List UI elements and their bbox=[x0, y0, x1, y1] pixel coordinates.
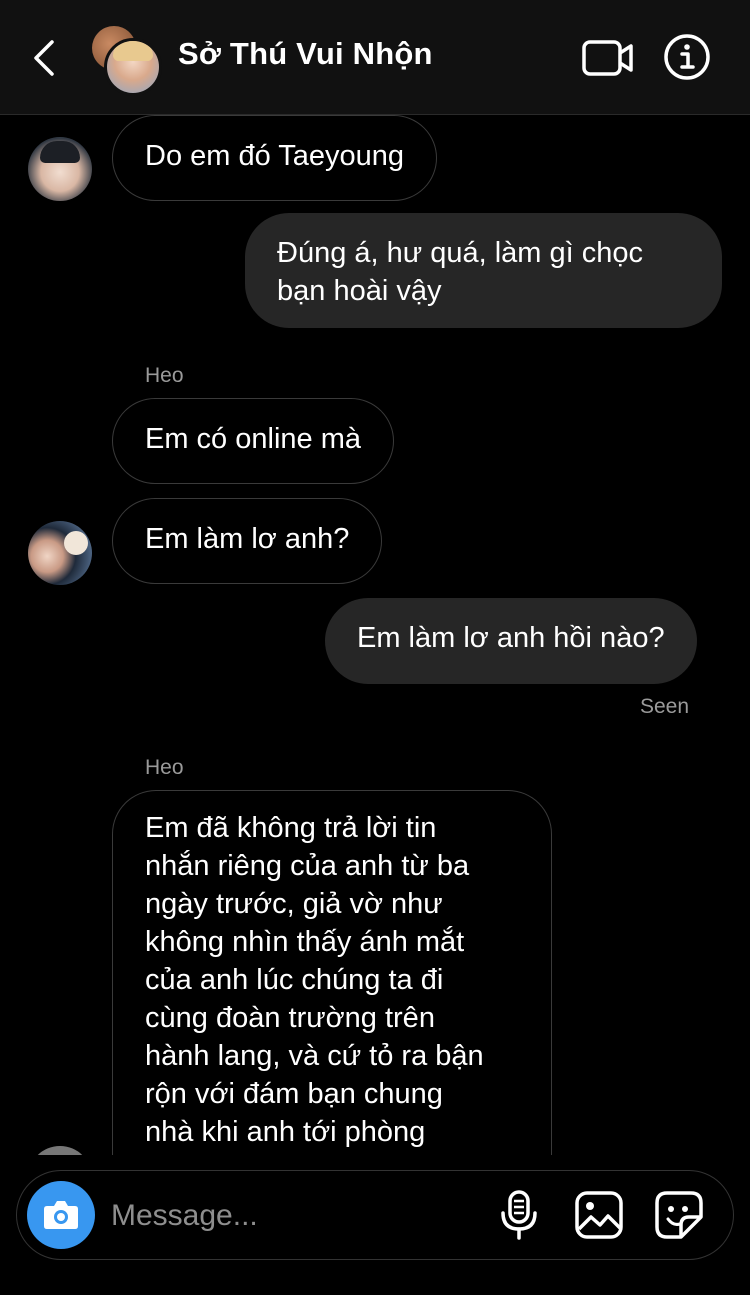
sticker-button[interactable] bbox=[653, 1189, 705, 1241]
message-input[interactable] bbox=[109, 1191, 483, 1241]
camera-button[interactable] bbox=[27, 1181, 95, 1249]
seen-indicator: Seen bbox=[639, 695, 689, 718]
message-line: hành lang, và cứ tỏ ra bận bbox=[145, 1040, 484, 1072]
voice-message-button[interactable] bbox=[497, 1189, 541, 1241]
message-text: Em làm lơ anh? bbox=[145, 523, 350, 555]
message-line: Em đã không trả lời tin bbox=[145, 812, 437, 844]
gallery-icon bbox=[575, 1191, 623, 1239]
sender-name: Heo bbox=[145, 364, 184, 387]
message-bubble-outgoing[interactable]: Đúng á, hư quá, làm gì chọc bạn hoài vậy bbox=[245, 213, 722, 328]
info-button[interactable] bbox=[662, 32, 712, 82]
message-text: Do em đó Taeyoung bbox=[145, 140, 405, 172]
message-bubble-outgoing[interactable]: Em làm lơ anh hồi nào? bbox=[325, 598, 697, 684]
camera-icon bbox=[44, 1201, 78, 1229]
message-line: Đúng á, hư quá, làm gì chọc bbox=[277, 237, 644, 269]
video-camera-icon bbox=[582, 40, 633, 76]
back-button[interactable] bbox=[26, 36, 66, 80]
sender-avatar[interactable] bbox=[28, 521, 92, 585]
group-avatar[interactable] bbox=[90, 24, 162, 96]
message-line: không nhìn thấy ánh mắt bbox=[145, 926, 465, 958]
message-line: nhà khi anh tới phòng bbox=[145, 1116, 426, 1148]
message-line: bạn hoài vậy bbox=[277, 275, 442, 307]
message-bubble-incoming[interactable]: Do em đó Taeyoung bbox=[112, 115, 438, 201]
message-bubble-incoming[interactable]: Em có online mà bbox=[112, 398, 394, 484]
message-line: cùng đoàn trường trên bbox=[145, 1002, 435, 1034]
message-text: Em làm lơ anh hồi nào? bbox=[357, 622, 665, 654]
info-icon bbox=[664, 34, 710, 80]
gallery-button[interactable] bbox=[573, 1189, 625, 1241]
video-call-button[interactable] bbox=[580, 36, 636, 80]
sender-name: Heo bbox=[145, 756, 184, 779]
sender-avatar[interactable] bbox=[28, 137, 92, 201]
message-text: Em có online mà bbox=[145, 423, 361, 455]
microphone-icon bbox=[501, 1190, 537, 1240]
chat-header: Sở Thú Vui Nhộn bbox=[0, 0, 750, 115]
chat-title[interactable]: Sở Thú Vui Nhộn bbox=[178, 36, 433, 72]
message-bubble-incoming[interactable]: Em đã không trả lời tin nhắn riêng của a… bbox=[112, 790, 552, 1210]
chevron-left-icon bbox=[34, 40, 54, 76]
message-line: nhắn riêng của anh từ ba bbox=[145, 850, 470, 882]
message-line: rộn với đám bạn chung bbox=[145, 1078, 443, 1110]
sticker-icon bbox=[655, 1191, 703, 1239]
message-bubble-incoming[interactable]: Em làm lơ anh? bbox=[112, 498, 383, 584]
message-line: ngày trước, giả vờ như bbox=[145, 888, 443, 920]
member-avatar-front bbox=[104, 38, 162, 96]
message-line: của anh lúc chúng ta đi bbox=[145, 964, 444, 996]
message-composer bbox=[16, 1170, 734, 1260]
